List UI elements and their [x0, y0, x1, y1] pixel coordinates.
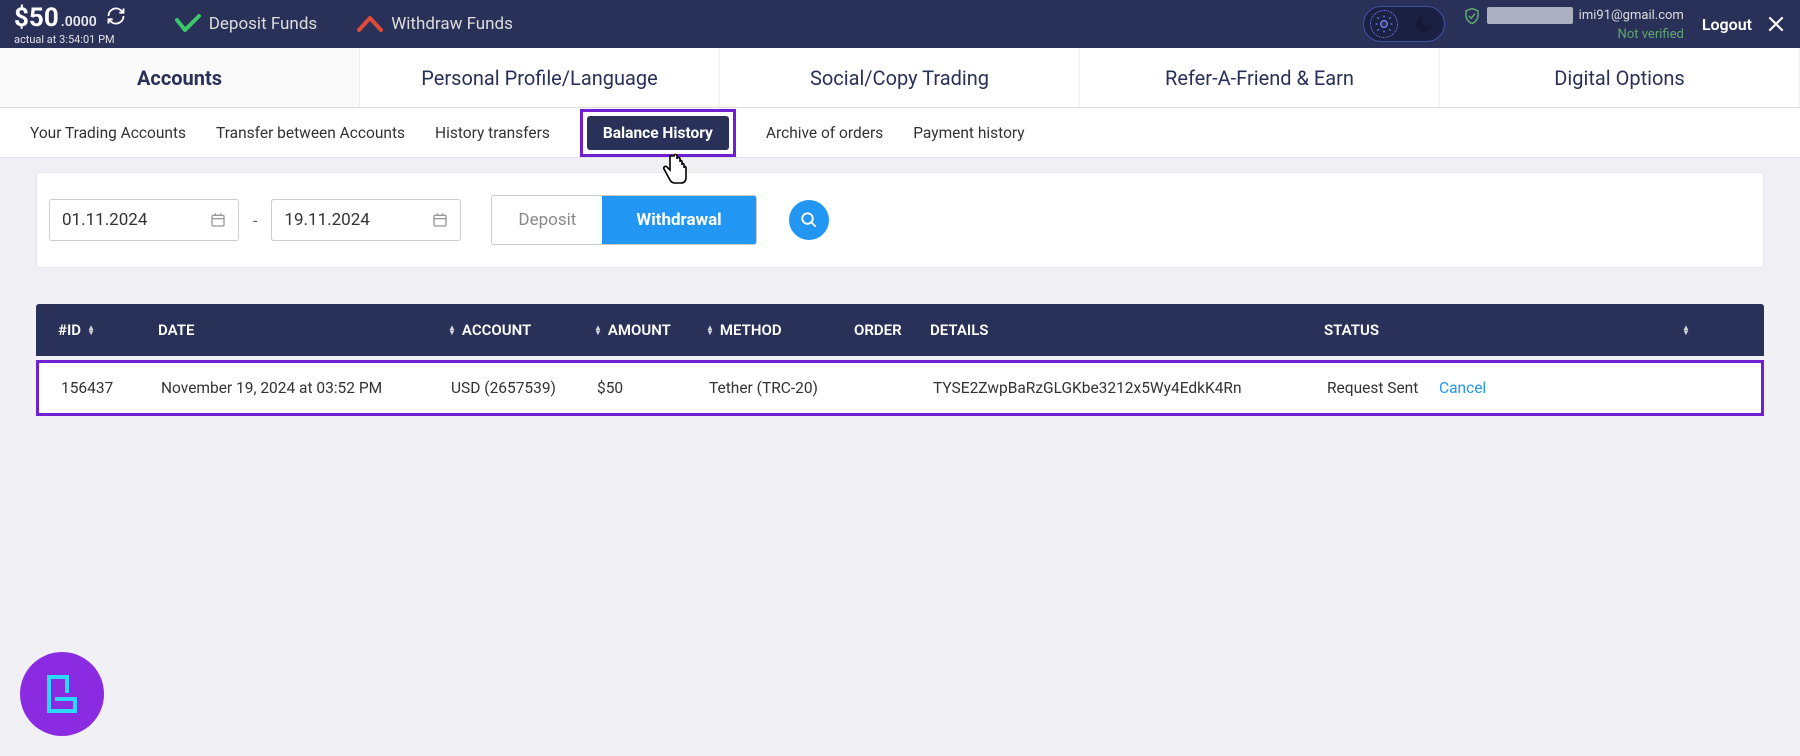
logout-button[interactable]: Logout	[1702, 15, 1752, 34]
shield-check-icon	[1463, 7, 1481, 25]
sort-icon: ▲▼	[448, 325, 456, 335]
th-status[interactable]: STATUS	[1324, 321, 1436, 339]
table-header: #ID ▲▼ DATE ▲▼ ACCOUNT ▲▼ AMOUNT ▲▼ METH…	[36, 304, 1764, 356]
cell-amount: $50	[597, 379, 709, 397]
date-from-input[interactable]: 01.11.2024	[49, 199, 239, 241]
user-email-suffix: imi91@gmail.com	[1579, 8, 1684, 23]
brand-logo-badge[interactable]	[20, 652, 104, 736]
toggle-withdrawal[interactable]: Withdrawal	[602, 196, 755, 244]
cancel-link[interactable]: Cancel	[1439, 379, 1499, 397]
tab-accounts[interactable]: Accounts	[0, 48, 360, 107]
th-id[interactable]: #ID ▲▼	[58, 321, 158, 339]
type-toggle: Deposit Withdrawal	[491, 195, 756, 245]
deposit-funds-button[interactable]: Deposit Funds	[175, 14, 317, 34]
table-row-highlight: 156437 November 19, 2024 at 03:52 PM USD…	[36, 360, 1764, 416]
withdraw-funds-label: Withdraw Funds	[391, 14, 513, 34]
calendar-icon	[432, 212, 448, 228]
subtab-history-transfers[interactable]: History transfers	[435, 114, 550, 152]
cell-account: USD (2657539)	[451, 379, 597, 397]
chevron-up-icon	[357, 14, 383, 34]
date-to-input[interactable]: 19.11.2024	[271, 199, 461, 241]
cell-date: November 19, 2024 at 03:52 PM	[161, 379, 451, 397]
sort-icon: ▲▼	[1682, 325, 1690, 335]
search-button[interactable]	[789, 200, 829, 240]
th-account[interactable]: ▲▼ ACCOUNT	[448, 321, 594, 339]
th-date[interactable]: DATE	[158, 321, 448, 339]
subtab-your-accounts[interactable]: Your Trading Accounts	[30, 114, 186, 152]
subtab-balance-history-highlight: Balance History	[580, 109, 736, 157]
transactions-table: #ID ▲▼ DATE ▲▼ ACCOUNT ▲▼ AMOUNT ▲▼ METH…	[36, 304, 1764, 416]
th-details[interactable]: DETAILS	[930, 321, 1324, 339]
checkmark-down-icon	[175, 14, 201, 34]
cell-id: 156437	[61, 379, 161, 397]
close-icon[interactable]	[1766, 14, 1786, 34]
tab-profile[interactable]: Personal Profile/Language	[360, 48, 720, 107]
th-order[interactable]: ORDER	[854, 321, 930, 339]
toggle-deposit[interactable]: Deposit	[492, 196, 602, 244]
sub-tabs: Your Trading Accounts Transfer between A…	[0, 108, 1800, 158]
th-sort-end[interactable]: ▲▼	[1682, 325, 1742, 335]
tab-digital[interactable]: Digital Options	[1440, 48, 1800, 107]
tab-social[interactable]: Social/Copy Trading	[720, 48, 1080, 107]
user-info: imi91@gmail.com Not verified	[1463, 7, 1684, 42]
balance-timestamp: actual at 3:54:01 PM	[14, 33, 127, 46]
content-area: 01.11.2024 - 19.11.2024 Deposit Withdraw…	[0, 158, 1800, 430]
deposit-funds-label: Deposit Funds	[209, 14, 317, 34]
calendar-icon	[210, 212, 226, 228]
sort-icon: ▲▼	[594, 325, 602, 335]
th-method[interactable]: ▲▼ METHOD	[706, 321, 854, 339]
cell-status: Request Sent	[1327, 379, 1439, 397]
filter-bar: 01.11.2024 - 19.11.2024 Deposit Withdraw…	[36, 172, 1764, 268]
date-separator: -	[249, 211, 261, 230]
subtab-balance-history[interactable]: Balance History	[587, 116, 729, 150]
date-from-value: 01.11.2024	[62, 210, 147, 230]
sort-icon: ▲▼	[706, 325, 714, 335]
refresh-icon[interactable]	[105, 5, 127, 27]
user-email-masked	[1487, 7, 1573, 24]
subtab-archive[interactable]: Archive of orders	[766, 114, 883, 152]
cell-method: Tether (TRC-20)	[709, 379, 857, 397]
subtab-transfer[interactable]: Transfer between Accounts	[216, 114, 405, 152]
moon-icon	[1410, 10, 1438, 38]
date-to-value: 19.11.2024	[284, 210, 369, 230]
withdraw-funds-button[interactable]: Withdraw Funds	[357, 14, 513, 34]
verification-status: Not verified	[1618, 27, 1684, 42]
sort-icon: ▲▼	[87, 325, 95, 335]
top-header: $ 50 .0000 actual at 3:54:01 PM Deposit …	[0, 0, 1800, 48]
main-tabs: Accounts Personal Profile/Language Socia…	[0, 48, 1800, 108]
balance-currency: $	[14, 3, 29, 33]
balance-decimal: .0000	[61, 14, 97, 30]
sun-icon	[1370, 10, 1398, 38]
balance-integer: 50	[29, 3, 59, 33]
th-amount[interactable]: ▲▼ AMOUNT	[594, 321, 706, 339]
theme-toggle[interactable]	[1363, 6, 1445, 42]
subtab-payment[interactable]: Payment history	[913, 114, 1024, 152]
tab-refer[interactable]: Refer-A-Friend & Earn	[1080, 48, 1440, 107]
cell-details: TYSE2ZwpBaRzGLGKbe3212x5Wy4EdkK4Rn	[933, 379, 1327, 397]
table-row: 156437 November 19, 2024 at 03:52 PM USD…	[39, 363, 1761, 413]
balance-block: $ 50 .0000 actual at 3:54:01 PM	[14, 3, 127, 46]
